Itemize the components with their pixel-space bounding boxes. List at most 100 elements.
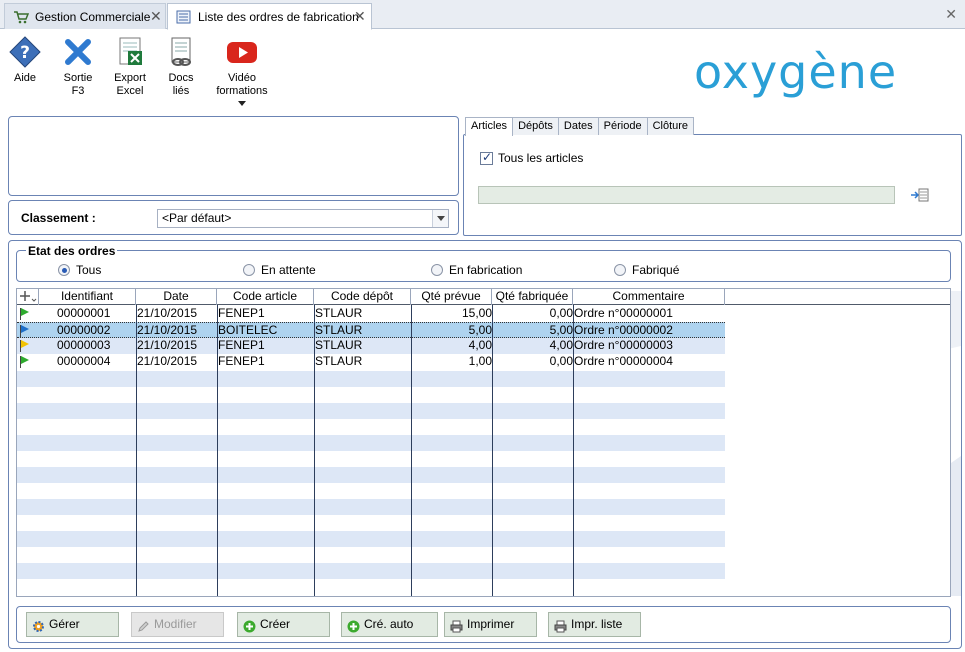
radio-icon[interactable] [431, 264, 443, 276]
gerer-button[interactable]: Gérer [26, 612, 119, 637]
cell-qte-fabriquee: 0,00 [549, 354, 573, 368]
cell-code-article: FENEP1 [218, 306, 265, 320]
aide-button[interactable]: ? Aide [6, 36, 44, 85]
radio-selected-icon[interactable] [58, 264, 70, 276]
close-tab-icon[interactable]: ✕ [354, 8, 366, 25]
radio-tous[interactable]: Tous [58, 263, 101, 277]
help-icon: ? [9, 36, 41, 68]
cell-identifiant: 00000003 [57, 338, 111, 352]
radio-fabrique[interactable]: Fabriqué [614, 263, 679, 277]
select-list-icon[interactable] [910, 188, 930, 202]
empty-row [17, 403, 725, 419]
imprimer-button[interactable]: Imprimer [444, 612, 537, 637]
classement-panel: Classement : <Par défaut> [8, 200, 459, 235]
radio-en-fabrication-label: En fabrication [449, 263, 523, 277]
svg-text:oxygène: oxygène [694, 48, 897, 98]
table-row[interactable]: 00000004 21/10/2015 FENEP1 STLAUR 1,00 0… [17, 354, 725, 370]
checkbox-checked-icon[interactable] [480, 150, 493, 165]
column-header-code-depot[interactable]: Code dépôt [314, 289, 411, 305]
cell-identifiant: 00000004 [57, 354, 111, 368]
aide-label: Aide [13, 72, 37, 84]
column-header-date[interactable]: Date [136, 289, 217, 305]
column-header-identifiant[interactable]: Identifiant [39, 289, 136, 305]
pencil-icon [137, 618, 150, 632]
radio-icon[interactable] [243, 264, 255, 276]
radio-icon[interactable] [614, 264, 626, 276]
column-header-code-article[interactable]: Code article [217, 289, 314, 305]
gerer-label: Gérer [49, 617, 80, 631]
impr-liste-button[interactable]: Impr. liste [548, 612, 641, 637]
tous-articles-checkbox[interactable]: Tous les articles [480, 150, 584, 165]
tab-cloture[interactable]: Clôture [646, 117, 695, 135]
impr-liste-label: Impr. liste [571, 617, 623, 631]
radio-en-attente[interactable]: En attente [243, 263, 316, 277]
printer-icon [554, 618, 567, 633]
filter-tabs: Articles Dépôts Dates Période Clôture [465, 117, 695, 136]
export-excel-button[interactable]: Export Excel [110, 36, 150, 98]
cre-auto-button[interactable]: Cré. auto [341, 612, 438, 637]
close-window-icon[interactable]: ✕ [945, 6, 957, 23]
empty-row [17, 371, 725, 387]
cell-date: 21/10/2015 [137, 354, 198, 368]
export-label: Export [114, 72, 146, 84]
cell-code-article: FENEP1 [218, 354, 265, 368]
cell-code-depot: STLAUR [315, 323, 363, 337]
dropdown-arrow-icon[interactable] [238, 101, 246, 106]
creer-label: Créer [260, 617, 291, 631]
cell-code-depot: STLAUR [315, 354, 363, 368]
tab-depots[interactable]: Dépôts [512, 117, 559, 135]
table-row-selected[interactable]: 00000002 21/10/2015 BOITELEC STLAUR 5,00… [17, 322, 725, 338]
classement-value: <Par défaut> [162, 211, 232, 225]
column-divider [136, 305, 137, 596]
classement-select[interactable]: <Par défaut> [157, 209, 449, 228]
tous-articles-label: Tous les articles [498, 151, 584, 165]
cell-commentaire: Ordre n°00000004 [574, 354, 673, 368]
tab-gestion-commerciale[interactable]: Gestion Commerciale ✕ [4, 3, 166, 29]
radio-fabrique-label: Fabriqué [632, 263, 680, 277]
tab-liste-ordres[interactable]: Liste des ordres de fabrication ✕ [167, 3, 372, 30]
empty-row [17, 467, 725, 483]
creer-button[interactable]: Créer [237, 612, 330, 637]
tab-dates[interactable]: Dates [557, 117, 599, 135]
column-header-commentaire[interactable]: Commentaire [573, 289, 725, 305]
cell-identifiant: 00000002 [57, 323, 111, 337]
status-flag-yellow-icon [20, 340, 30, 352]
svg-text:?: ? [20, 43, 30, 63]
cell-date: 21/10/2015 [137, 306, 198, 320]
oxygene-logo: oxygène [692, 45, 954, 99]
cell-qte-fabriquee: 4,00 [549, 338, 573, 352]
table-row[interactable]: 00000001 21/10/2015 FENEP1 STLAUR 15,00 … [17, 306, 725, 322]
sortie-button[interactable]: Sortie F3 [58, 36, 98, 98]
tab-label: Liste des ordres de fabrication [198, 9, 359, 24]
cre-auto-label: Cré. auto [364, 617, 414, 631]
status-flag-green-icon [20, 356, 30, 368]
tab-periode[interactable]: Période [597, 117, 648, 135]
column-header-qte-fabriquee[interactable]: Qté fabriquée [492, 289, 573, 305]
cell-qte-fabriquee: 0,00 [549, 306, 573, 320]
docs-lies-button[interactable]: Docs liés [162, 36, 200, 98]
column-chooser-icon[interactable] [17, 289, 39, 305]
etat-ordres-legend: Etat des ordres [26, 244, 118, 258]
close-tab-icon[interactable]: ✕ [150, 8, 162, 25]
cell-code-depot: STLAUR [315, 338, 363, 352]
radio-tous-label: Tous [76, 263, 102, 277]
linked-documents-icon [165, 36, 197, 68]
plus-circle-icon [347, 618, 360, 633]
docs-label: Docs [168, 72, 194, 84]
status-flag-blue-icon [20, 325, 30, 337]
plus-circle-icon [243, 618, 256, 633]
column-header-qte-prevue[interactable]: Qté prévue [411, 289, 492, 305]
chevron-down-icon[interactable] [432, 210, 448, 227]
video-formations-button[interactable]: Vidéo formations [214, 36, 270, 106]
cell-qte-prevue: 1,00 [468, 354, 492, 368]
column-divider [573, 305, 574, 596]
tab-articles[interactable]: Articles [465, 117, 514, 136]
table-row[interactable]: 00000003 21/10/2015 FENEP1 STLAUR 4,00 4… [17, 338, 725, 354]
modifier-button[interactable]: Modifier [131, 612, 224, 637]
video-play-icon [226, 36, 258, 68]
cell-commentaire: Ordre n°00000003 [574, 338, 673, 352]
article-field[interactable] [478, 186, 895, 204]
empty-row [17, 435, 725, 451]
radio-en-fabrication[interactable]: En fabrication [431, 263, 522, 277]
document-tab-strip: Gestion Commerciale ✕ Liste des ordres d… [0, 0, 965, 30]
